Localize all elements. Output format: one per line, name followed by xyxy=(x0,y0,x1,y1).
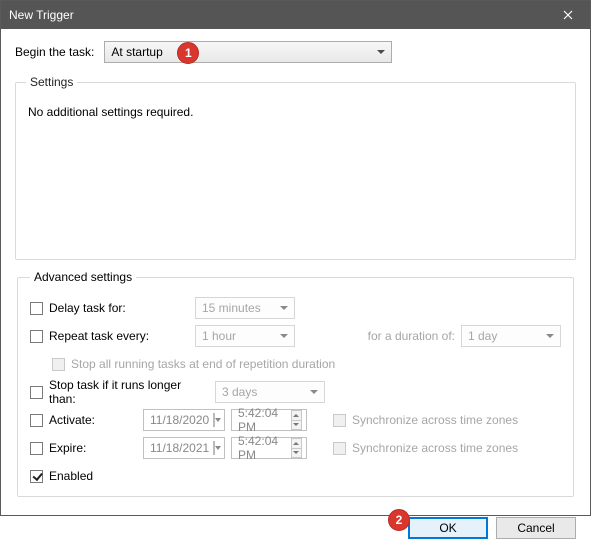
expire-time-value: 5:42:04 PM xyxy=(238,434,288,462)
stop-end-checkbox xyxy=(52,358,65,371)
expire-row: Expire: 11/18/2021 5:42:04 PM Synchroniz… xyxy=(30,434,561,462)
advanced-legend: Advanced settings xyxy=(30,270,136,284)
activate-date[interactable]: 11/18/2020 xyxy=(143,409,225,431)
delay-row: Delay task for: 15 minutes xyxy=(30,294,561,322)
activate-sync-label: Synchronize across time zones xyxy=(352,413,518,427)
delay-combo[interactable]: 15 minutes xyxy=(195,297,295,319)
delay-checkbox[interactable] xyxy=(30,302,43,315)
chevron-up-icon xyxy=(293,442,299,445)
stop-if-value: 3 days xyxy=(222,385,257,399)
activate-time[interactable]: 5:42:04 PM xyxy=(231,409,307,431)
titlebar: New Trigger xyxy=(1,1,590,29)
chevron-down-icon xyxy=(293,451,299,454)
expire-time[interactable]: 5:42:04 PM xyxy=(231,437,307,459)
expire-label: Expire: xyxy=(49,441,137,455)
dialog-content: Begin the task: At startup 1 Settings No… xyxy=(1,29,590,507)
spinner-down[interactable] xyxy=(291,449,302,459)
begin-task-select[interactable]: At startup 1 xyxy=(104,41,392,63)
stop-end-row: Stop all running tasks at end of repetit… xyxy=(30,350,561,378)
chevron-down-icon xyxy=(377,50,385,54)
stop-if-checkbox[interactable] xyxy=(30,386,43,399)
begin-task-value: At startup xyxy=(111,45,162,59)
repeat-row: Repeat task every: 1 hour for a duration… xyxy=(30,322,561,350)
chevron-down-icon xyxy=(280,306,288,310)
repeat-value: 1 hour xyxy=(202,329,236,343)
spinner-up[interactable] xyxy=(291,438,302,449)
chevron-down-icon xyxy=(280,334,288,338)
activate-sync-checkbox xyxy=(333,414,346,427)
calendar-icon xyxy=(213,413,215,427)
chevron-down-icon xyxy=(215,418,221,422)
enabled-row: Enabled xyxy=(30,462,561,490)
chevron-down-icon xyxy=(310,390,318,394)
activate-time-value: 5:42:04 PM xyxy=(238,406,288,434)
enabled-checkbox[interactable] xyxy=(30,470,43,483)
advanced-settings-group: Advanced settings Delay task for: 15 min… xyxy=(17,270,574,497)
begin-task-row: Begin the task: At startup 1 xyxy=(15,41,576,63)
expire-sync-label: Synchronize across time zones xyxy=(352,441,518,455)
repeat-checkbox[interactable] xyxy=(30,330,43,343)
spinner-up[interactable] xyxy=(291,410,302,421)
expire-checkbox[interactable] xyxy=(30,442,43,455)
duration-combo[interactable]: 1 day xyxy=(461,325,561,347)
settings-body: No additional settings required. xyxy=(26,97,565,249)
settings-group: Settings No additional settings required… xyxy=(15,75,576,260)
activate-date-value: 11/18/2020 xyxy=(150,413,209,427)
stop-end-label: Stop all running tasks at end of repetit… xyxy=(71,357,335,371)
chevron-down-icon xyxy=(546,334,554,338)
window-title: New Trigger xyxy=(9,8,546,22)
chevron-down-icon xyxy=(215,446,221,450)
stop-if-combo[interactable]: 3 days xyxy=(215,381,325,403)
expire-date-value: 11/18/2021 xyxy=(150,441,209,455)
activate-checkbox[interactable] xyxy=(30,414,43,427)
spinner-down[interactable] xyxy=(291,421,302,431)
activate-label: Activate: xyxy=(49,413,137,427)
expire-date[interactable]: 11/18/2021 xyxy=(143,437,225,459)
delay-label: Delay task for: xyxy=(49,301,189,315)
close-button[interactable] xyxy=(546,1,590,29)
duration-label: for a duration of: xyxy=(368,329,455,343)
chevron-down-icon xyxy=(293,423,299,426)
stop-if-row: Stop task if it runs longer than: 3 days xyxy=(30,378,561,406)
enabled-label: Enabled xyxy=(49,469,93,483)
stop-if-label: Stop task if it runs longer than: xyxy=(49,378,209,406)
settings-legend: Settings xyxy=(26,75,77,89)
calendar-icon xyxy=(213,441,215,455)
dialog-footer: 2 OK Cancel xyxy=(1,507,590,551)
chevron-up-icon xyxy=(293,414,299,417)
annotation-marker-1: 1 xyxy=(177,42,199,64)
time-spinner[interactable] xyxy=(291,410,302,430)
ok-button[interactable]: OK xyxy=(408,517,488,539)
activate-row: Activate: 11/18/2020 5:42:04 PM Synchron… xyxy=(30,406,561,434)
date-dropdown-button[interactable] xyxy=(215,410,221,430)
duration-value: 1 day xyxy=(468,329,497,343)
begin-task-label: Begin the task: xyxy=(15,45,94,59)
delay-value: 15 minutes xyxy=(202,301,261,315)
date-dropdown-button[interactable] xyxy=(215,438,221,458)
time-spinner[interactable] xyxy=(291,438,302,458)
cancel-button[interactable]: Cancel xyxy=(496,517,576,539)
annotation-marker-2: 2 xyxy=(388,509,410,531)
repeat-combo[interactable]: 1 hour xyxy=(195,325,295,347)
repeat-label: Repeat task every: xyxy=(49,329,189,343)
expire-sync-checkbox xyxy=(333,442,346,455)
close-icon xyxy=(563,10,573,20)
